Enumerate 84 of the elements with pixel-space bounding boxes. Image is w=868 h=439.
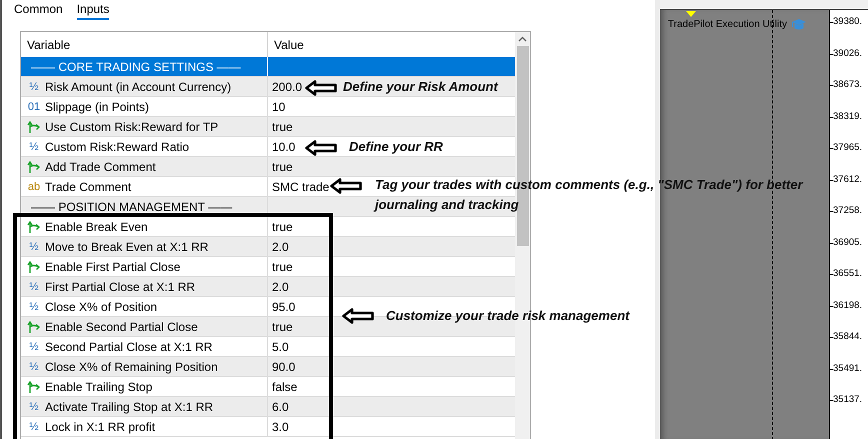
bool-arrow-icon — [27, 380, 41, 394]
annotation-text: Define your RR — [349, 138, 444, 156]
variable-name: Close X% of Remaining Position — [45, 360, 218, 374]
variable-name: Enable Break Even — [45, 220, 148, 234]
annotation-text: Customize your trade risk management — [386, 307, 631, 325]
variable-name: Lock in X:1 RR profit — [45, 420, 156, 434]
indicator-title: TradePilot Execution Utility — [668, 18, 787, 30]
column-header: Variable — [26, 36, 72, 54]
value-text: true — [272, 220, 293, 234]
variable-cell[interactable]: Enable Second Partial Close — [21, 317, 267, 336]
price-label: 39380. — [833, 16, 862, 27]
value-text: 5.0 — [272, 340, 289, 354]
variable-name: Custom Risk:Reward Ratio — [45, 140, 190, 154]
value-text: 10.0 — [272, 140, 296, 154]
half-icon: ½ — [27, 280, 41, 292]
half-icon: ½ — [27, 400, 41, 412]
variable-name: Close X% of Position — [45, 300, 158, 314]
variable-name: Enable Second Partial Close — [45, 320, 198, 334]
half-icon: ½ — [27, 240, 41, 252]
section-header[interactable]: —— CORE TRADING SETTINGS —— — [21, 57, 267, 76]
tab[interactable]: Inputs — [76, 2, 110, 20]
half-icon: ½ — [27, 80, 41, 92]
ab-icon: ab — [27, 180, 41, 192]
bool-arrow-icon — [27, 160, 41, 174]
price-label: 38673. — [833, 79, 862, 90]
triangle-marker-icon — [686, 11, 696, 17]
variable-name: Use Custom Risk:Reward for TP — [45, 120, 218, 134]
variable-cell[interactable]: ½ Risk Amount (in Account Currency) — [21, 77, 267, 96]
price-label: 36905. — [833, 236, 862, 248]
price-label: 37965. — [833, 142, 862, 153]
value-text: 2.0 — [272, 240, 289, 254]
variable-name: Add Trade Comment — [45, 160, 156, 174]
half-icon: ½ — [27, 300, 41, 312]
price-label: 37612. — [833, 174, 862, 184]
value-text: 90.0 — [272, 360, 296, 374]
value-text: false — [272, 380, 298, 394]
variable-name: Activate Trailing Stop at X:1 RR — [45, 400, 214, 414]
value-text: true — [272, 320, 293, 334]
price-label: 39026. — [833, 48, 862, 58]
selected-value-cell[interactable] — [267, 57, 515, 76]
annotation-text: Define your Risk Amount — [343, 78, 500, 96]
price-label: 35844. — [833, 331, 862, 342]
bool-arrow-icon — [27, 320, 41, 334]
variable-name: Trade Comment — [45, 180, 132, 194]
half-icon: ½ — [27, 360, 41, 372]
value-text: true — [272, 120, 293, 134]
variable-name: Enable Trailing Stop — [45, 380, 152, 394]
half-icon: ½ — [27, 140, 41, 152]
price-label: 36551. — [833, 268, 862, 279]
variable-name: First Partial Close at X:1 RR — [45, 280, 196, 294]
price-label: 35137. — [833, 394, 862, 405]
value-text: 3.0 — [272, 420, 289, 434]
value-text: 95.0 — [272, 300, 296, 314]
half-icon: ½ — [27, 420, 41, 432]
price-label: 37258. — [833, 205, 862, 216]
value-text: true — [272, 260, 293, 274]
bool-arrow-icon — [27, 220, 41, 234]
value-text: 2.0 — [272, 280, 289, 294]
variable-name: Risk Amount (in Account Currency) — [45, 80, 232, 94]
variable-name: Enable First Partial Close — [45, 260, 180, 274]
value-text: 200.0 — [272, 80, 302, 94]
variable-name: Slippage (in Points) — [45, 100, 150, 114]
variable-cell[interactable]: ½ First Partial Close at X:1 RR — [21, 277, 267, 296]
variable-cell[interactable]: Add Trade Comment — [21, 157, 267, 176]
bool-arrow-icon — [27, 120, 41, 134]
bool-arrow-icon — [27, 260, 41, 274]
half-icon: ½ — [27, 340, 41, 352]
value-text: 6.0 — [272, 400, 289, 414]
price-label: 35491. — [833, 362, 862, 374]
value-text: true — [272, 160, 293, 174]
value-text: SMC trade — [272, 180, 330, 194]
price-label: 36198. — [833, 300, 862, 310]
variable-cell[interactable]: ½ Activate Trailing Stop at X:1 RR — [21, 397, 267, 416]
section-title: —— POSITION MANAGEMENT —— — [30, 200, 232, 214]
price-label: 38319. — [833, 110, 862, 122]
section-title: —— CORE TRADING SETTINGS —— — [30, 60, 241, 74]
variable-cell[interactable]: Use Custom Risk:Reward for TP — [21, 117, 267, 136]
variable-cell[interactable]: ½ Move to Break Even at X:1 RR — [21, 237, 267, 256]
variable-name: Second Partial Close at X:1 RR — [45, 340, 212, 354]
variable-name: Move to Break Even at X:1 RR — [45, 240, 208, 254]
variable-cell[interactable]: ½ Close X% of Remaining Position — [21, 357, 267, 376]
value-text: 10 — [272, 100, 286, 114]
tab[interactable]: Common — [14, 2, 63, 20]
zero-one-icon: 01 — [27, 100, 41, 112]
